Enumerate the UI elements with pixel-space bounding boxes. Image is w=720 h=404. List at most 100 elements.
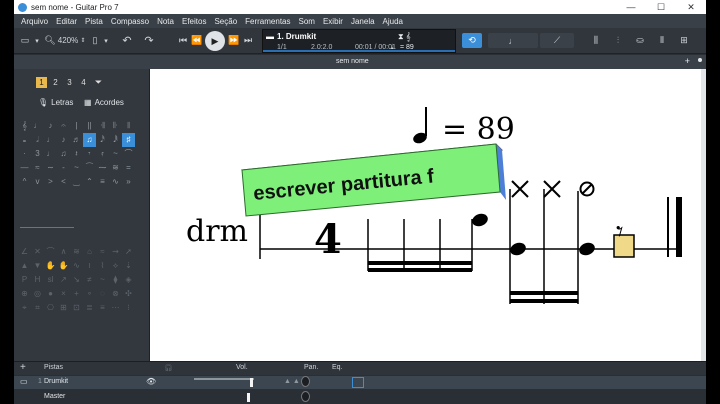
- palette-dim-tool-icon[interactable]: ▲: [18, 259, 31, 273]
- palette-tool-icon[interactable]: ♪: [57, 133, 70, 147]
- menu-nota[interactable]: Nota: [153, 17, 178, 26]
- document-tab-title[interactable]: sem nome: [336, 58, 369, 65]
- pan-knob[interactable]: [301, 376, 310, 387]
- palette-dim-tool-icon[interactable]: ◎: [31, 287, 44, 301]
- menu-ajuda[interactable]: Ajuda: [379, 17, 407, 26]
- palette-dim-tool-icon[interactable]: ~: [96, 273, 109, 287]
- palette-tool-icon[interactable]: ⁀: [83, 161, 96, 175]
- palette-tool-icon[interactable]: 𝄇: [96, 119, 109, 133]
- chords-button[interactable]: ▦ Acordes: [84, 96, 124, 108]
- tab-menu-icon[interactable]: [698, 58, 702, 62]
- palette-tool-icon[interactable]: ♬: [70, 133, 83, 147]
- palette-tool-icon[interactable]: ⁓: [96, 161, 109, 175]
- palette-dim-tool-icon[interactable]: ⊕: [18, 287, 31, 301]
- palette-dim-tool-icon[interactable]: ≠: [83, 273, 96, 287]
- palette-tool-icon[interactable]: ‿: [70, 175, 83, 189]
- inspector-icon[interactable]: ⊞: [676, 33, 692, 48]
- palette-tool-icon[interactable]: —: [18, 161, 31, 175]
- palette-dim-tool-icon[interactable]: ✣: [122, 287, 135, 301]
- menu-janela[interactable]: Janela: [347, 17, 379, 26]
- lyrics-button[interactable]: 🎙︎ Letras: [38, 96, 73, 108]
- palette-tool-icon[interactable]: ♩: [44, 147, 57, 161]
- redo-icon[interactable]: ↷: [142, 33, 156, 48]
- drum-icon[interactable]: ⛀: [632, 33, 648, 48]
- palette-dim-tool-icon[interactable]: ≣: [83, 301, 96, 315]
- voice-dropdown-icon[interactable]: ⏷: [93, 77, 104, 88]
- palette-dim-tool-icon[interactable]: ⁝: [122, 301, 135, 315]
- menu-pista[interactable]: Pista: [81, 17, 107, 26]
- palette-dim-tool-icon[interactable]: ≈: [96, 245, 109, 259]
- palette-dim-tool-icon[interactable]: ◌: [96, 287, 109, 301]
- palette-dim-tool-icon[interactable]: ↘: [70, 273, 83, 287]
- undo-icon[interactable]: ↶: [120, 33, 134, 48]
- menu-arquivo[interactable]: Arquivo: [17, 17, 52, 26]
- palette-dim-tool-icon[interactable]: ➚: [122, 245, 135, 259]
- speed-trainer-button[interactable]: ♩: [488, 33, 538, 48]
- palette-dim-tool-icon[interactable]: ∧: [57, 245, 70, 259]
- fretboard-icon[interactable]: ⫶: [610, 33, 626, 48]
- palette-tool-icon[interactable]: ||: [83, 119, 96, 133]
- palette-tool-icon[interactable]: ≈: [31, 161, 44, 175]
- previous-bar-icon[interactable]: ⏪: [191, 33, 203, 48]
- track-row-drumkit[interactable]: ▭ 1 Drumkit 👁︎ ▲ ▲ ▲: [14, 376, 706, 389]
- palette-dim-tool-icon[interactable]: ⧫: [109, 273, 122, 287]
- palette-tool-icon[interactable]: 𝅝: [18, 133, 31, 147]
- maximize-button[interactable]: ☐: [646, 2, 676, 13]
- palette-tool-icon[interactable]: 𝄐: [57, 119, 70, 133]
- palette-dim-tool-icon[interactable]: ▼: [31, 259, 44, 273]
- palette-tool-icon[interactable]: 𝄿: [96, 147, 109, 161]
- palette-tool-icon[interactable]: ·: [18, 147, 31, 161]
- palette-tool-icon[interactable]: ♫: [57, 147, 70, 161]
- page-icon[interactable]: ▯: [88, 33, 102, 48]
- palette-tool-icon[interactable]: 𝄾: [83, 147, 96, 161]
- palette-dim-tool-icon[interactable]: ⎔: [44, 301, 57, 315]
- palette-dim-tool-icon[interactable]: ⋯: [109, 301, 122, 315]
- master-pan-knob[interactable]: [301, 391, 310, 402]
- guitar-view-button[interactable]: ⟋: [540, 33, 574, 48]
- palette-dim-tool-icon[interactable]: ⌇: [96, 259, 109, 273]
- palette-dim-tool-icon[interactable]: ●: [44, 287, 57, 301]
- palette-tool-icon[interactable]: 3: [31, 147, 44, 161]
- palette-dim-tool-icon[interactable]: ×: [57, 287, 70, 301]
- palette-tool-icon[interactable]: -: [57, 161, 70, 175]
- voice-tab-2[interactable]: 2: [50, 77, 61, 88]
- close-button[interactable]: ✕: [676, 2, 706, 13]
- palette-dim-tool-icon[interactable]: ⊞: [57, 301, 70, 315]
- palette-dim-tool-icon[interactable]: ⌒: [44, 245, 57, 259]
- palette-tool-icon[interactable]: ⌒: [122, 147, 135, 161]
- play-button[interactable]: ▶: [205, 31, 225, 51]
- palette-tool-icon[interactable]: ♯: [122, 133, 135, 147]
- visibility-eye-icon[interactable]: 👁︎: [146, 377, 156, 386]
- palette-dim-tool-icon[interactable]: ⇣: [122, 259, 135, 273]
- palette-dim-tool-icon[interactable]: ⊗: [109, 287, 122, 301]
- palette-dim-tool-icon[interactable]: ⟡: [109, 259, 122, 273]
- palette-dim-tool-icon[interactable]: ≋: [70, 245, 83, 259]
- eq-toggle[interactable]: [352, 377, 364, 388]
- loop-button[interactable]: ⟲: [462, 33, 482, 48]
- palette-tool-icon[interactable]: ~: [70, 161, 83, 175]
- palette-dim-tool-icon[interactable]: ⌗: [31, 301, 44, 315]
- next-bar-icon[interactable]: ⏩: [228, 33, 240, 48]
- palette-dim-tool-icon[interactable]: ⌖: [18, 301, 31, 315]
- palette-dim-tool-icon[interactable]: ≡: [96, 301, 109, 315]
- palette-dim-tool-icon[interactable]: sl: [44, 273, 57, 287]
- palette-dim-tool-icon[interactable]: ⌂: [83, 245, 96, 259]
- new-tab-button[interactable]: +: [685, 56, 690, 66]
- palette-dim-tool-icon[interactable]: ≀: [83, 259, 96, 273]
- palette-dim-tool-icon[interactable]: ⇝: [109, 245, 122, 259]
- palette-tool-icon[interactable]: ~: [109, 147, 122, 161]
- palette-tool-icon[interactable]: |: [70, 119, 83, 133]
- palette-tool-icon[interactable]: 𝄽: [70, 147, 83, 161]
- palette-tool-icon[interactable]: »: [122, 175, 135, 189]
- menu-som[interactable]: Som: [295, 17, 319, 26]
- voice-tab-4[interactable]: 4: [78, 77, 89, 88]
- palette-tool-icon[interactable]: ⌃: [83, 175, 96, 189]
- palette-tool-icon[interactable]: 𝄂: [122, 119, 135, 133]
- palette-tool-icon[interactable]: ♪: [44, 119, 57, 133]
- master-volume-knob[interactable]: [247, 393, 250, 402]
- page-dropdown-icon[interactable]: ▾: [102, 33, 110, 48]
- menu-compasso[interactable]: Compasso: [107, 17, 153, 26]
- palette-tool-icon[interactable]: 𝅘𝅥𝅱: [109, 133, 122, 147]
- menu-secao[interactable]: Seção: [210, 17, 241, 26]
- volume-slider[interactable]: [194, 378, 254, 380]
